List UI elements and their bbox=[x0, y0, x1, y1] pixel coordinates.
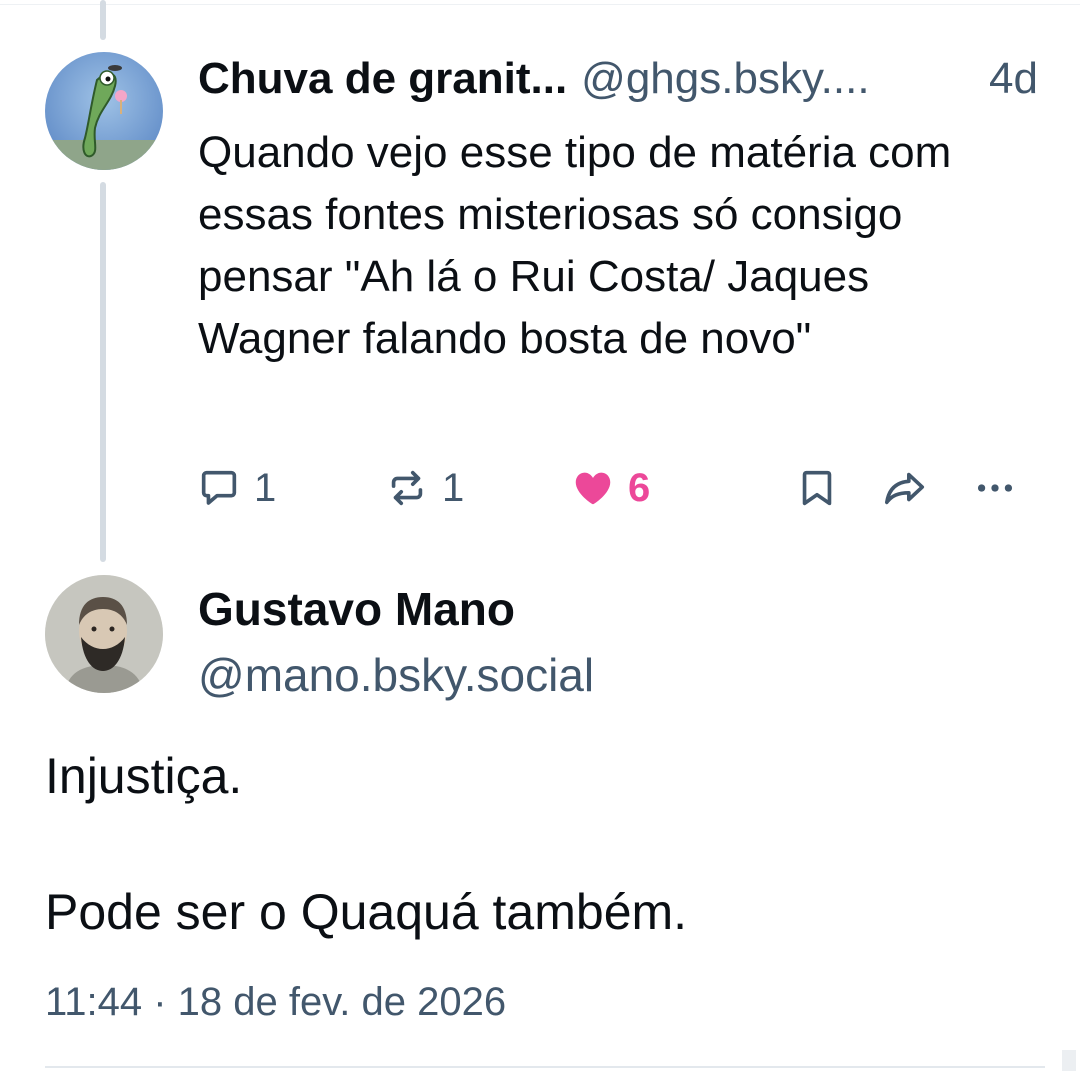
like-button[interactable]: 6 bbox=[570, 458, 650, 518]
more-options-button[interactable] bbox=[972, 458, 1018, 518]
top-divider bbox=[0, 4, 1080, 5]
cartoon-avatar-icon bbox=[45, 52, 163, 170]
reply-button[interactable]: 1 bbox=[196, 458, 276, 518]
main-post-text: Injustiça. Pode ser o Quaquá também. bbox=[45, 742, 1035, 946]
repost-icon bbox=[391, 470, 423, 506]
reply-count: 1 bbox=[254, 465, 277, 510]
profile-photo-avatar-icon bbox=[45, 575, 163, 693]
scroll-indicator bbox=[1062, 1050, 1076, 1071]
repost-button[interactable]: 1 bbox=[384, 458, 464, 518]
parent-post-text: Quando vejo esse tipo de matéria com ess… bbox=[198, 128, 952, 363]
thread-line-top bbox=[100, 0, 106, 40]
post-timestamp: 11:44 · 18 de fev. de 2026 bbox=[45, 980, 507, 1024]
parent-post-header: Chuva de granit... @ghgs.bsky.... 4d bbox=[198, 54, 1038, 110]
parent-post-actions: 1 1 6 bbox=[196, 458, 1036, 518]
parent-handle[interactable]: @ghgs.bsky.... bbox=[581, 54, 869, 104]
main-post-paragraph: Pode ser o Quaquá também. bbox=[45, 884, 688, 940]
main-handle[interactable]: @mano.bsky.social bbox=[198, 648, 594, 702]
bookmark-icon bbox=[802, 470, 832, 506]
thread-line bbox=[100, 182, 106, 562]
main-display-name[interactable]: Gustavo Mano bbox=[198, 582, 515, 636]
main-avatar[interactable] bbox=[45, 575, 163, 693]
share-icon bbox=[884, 472, 925, 505]
share-button[interactable] bbox=[880, 458, 930, 518]
main-post-paragraph: Injustiça. bbox=[45, 748, 243, 804]
bookmark-button[interactable] bbox=[794, 458, 840, 518]
reply-icon bbox=[201, 470, 237, 505]
like-count: 6 bbox=[628, 465, 651, 510]
parent-time-ago[interactable]: 4d bbox=[989, 54, 1038, 104]
parent-avatar[interactable] bbox=[45, 52, 163, 170]
repost-count: 1 bbox=[442, 465, 465, 510]
heart-icon bbox=[575, 472, 611, 505]
parent-display-name[interactable]: Chuva de granit... bbox=[198, 54, 567, 104]
bottom-divider bbox=[45, 1066, 1045, 1068]
more-icon bbox=[977, 484, 1013, 492]
